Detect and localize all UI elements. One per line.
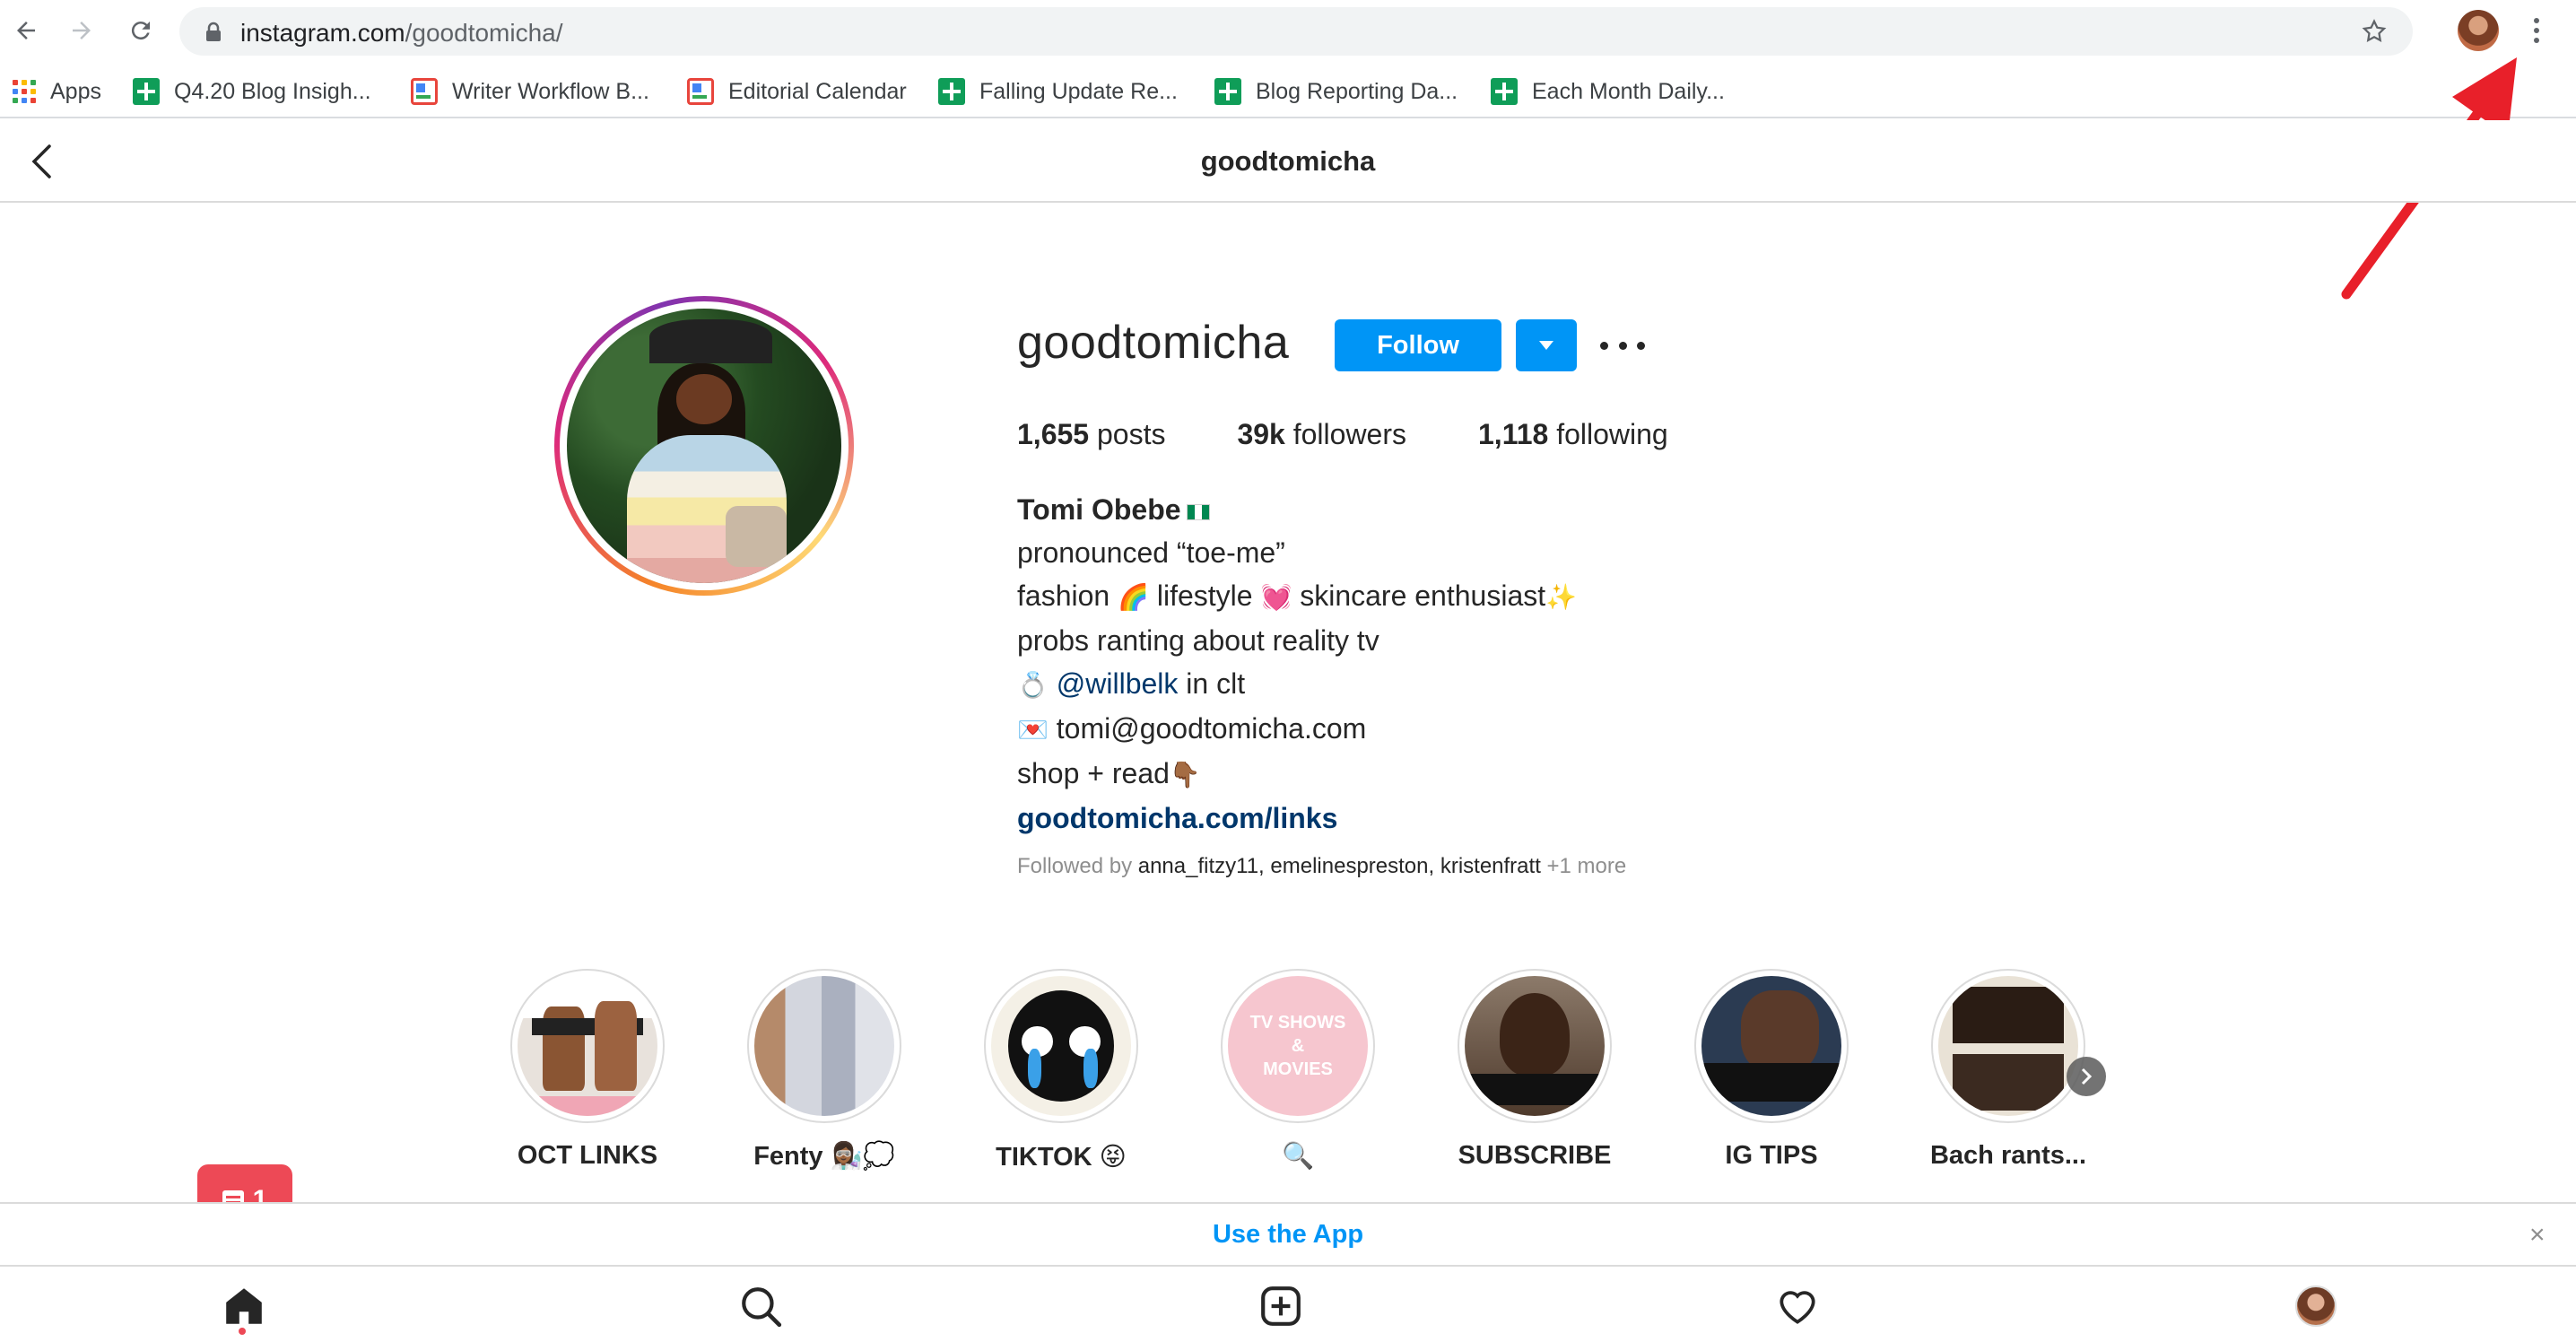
followers-count[interactable]: 39k followers xyxy=(1237,418,1406,451)
highlight-thumbnail xyxy=(1465,976,1605,1116)
highlight-label: 🔍 xyxy=(1281,1142,1315,1171)
highlights-next-button[interactable] xyxy=(2067,1057,2106,1096)
bookmark-label: Editorial Calendar xyxy=(728,78,907,104)
profile-avatar[interactable] xyxy=(554,296,854,596)
back-arrow-icon[interactable] xyxy=(7,12,45,49)
use-app-link[interactable]: Use the App xyxy=(0,1220,2576,1250)
story-highlights: OCT LINKS Fenty 👩🏾‍🔬💭 TIKTOK 😝 TV SHOWS &… xyxy=(502,969,2135,1184)
bookmark-apps[interactable]: Apps xyxy=(13,75,101,108)
highlight-thumbnail xyxy=(518,976,657,1116)
follow-button[interactable]: Follow xyxy=(1335,319,1501,371)
apps-grid-icon xyxy=(13,80,36,103)
bio-line: shop + read👇🏾 xyxy=(1017,757,1201,789)
highlight-item[interactable]: TIKTOK 😝 xyxy=(976,969,1146,1172)
bookmarks-bar: Apps Q4.20 Blog Insigh... Writer Workflo… xyxy=(0,65,2576,118)
page-title: goodtomicha xyxy=(1200,145,1376,177)
profile-tab[interactable] xyxy=(2289,1279,2343,1333)
highlight-item[interactable]: SUBSCRIBE xyxy=(1449,969,1620,1171)
avatar xyxy=(2295,1285,2337,1327)
doc-icon xyxy=(411,78,438,105)
close-icon[interactable]: × xyxy=(2529,1222,2546,1249)
sheets-icon xyxy=(1214,78,1241,105)
bookmark-label: Falling Update Re... xyxy=(979,78,1178,104)
bookmark-writer-workflow[interactable]: Writer Workflow B... xyxy=(411,75,649,108)
highlight-item[interactable]: TV SHOWS & MOVIES 🔍 xyxy=(1213,969,1383,1172)
profile-username: goodtomicha xyxy=(1017,317,1290,369)
bio-line: 💌 tomi@goodtomicha.com xyxy=(1017,712,1367,745)
highlight-item[interactable]: IG TIPS xyxy=(1686,969,1857,1171)
bookmark-label: Blog Reporting Da... xyxy=(1256,78,1458,104)
address-bar[interactable]: instagram.com/goodtomicha/ xyxy=(179,7,2413,56)
more-options-icon[interactable] xyxy=(1600,330,1645,361)
highlight-item[interactable]: Fenty 👩🏾‍🔬💭 xyxy=(739,969,909,1172)
profile-website-link[interactable]: goodtomicha.com/links xyxy=(1017,802,1337,834)
doc-icon xyxy=(687,78,714,105)
forward-arrow-icon[interactable] xyxy=(63,12,100,49)
highlight-label: Fenty 👩🏾‍🔬💭 xyxy=(753,1142,895,1171)
bio-line: pronounced “toe-me” xyxy=(1017,536,1285,569)
highlight-item[interactable]: OCT LINKS xyxy=(502,969,673,1171)
sheets-icon xyxy=(1491,78,1518,105)
use-app-banner: Use the App × xyxy=(0,1202,2576,1265)
bottom-nav xyxy=(0,1265,2576,1342)
highlight-label: OCT LINKS xyxy=(517,1141,658,1170)
bookmark-each-month-daily[interactable]: Each Month Daily... xyxy=(1491,75,1725,108)
profile-photo xyxy=(567,309,841,583)
nigeria-flag-icon xyxy=(1186,504,1210,520)
highlight-thumbnail xyxy=(754,976,894,1116)
ig-top-bar: goodtomicha xyxy=(0,120,2576,203)
home-icon[interactable] xyxy=(217,1279,271,1333)
highlight-label: SUBSCRIBE xyxy=(1458,1141,1612,1170)
highlight-thumbnail xyxy=(1701,976,1841,1116)
suggested-accounts-button[interactable] xyxy=(1516,319,1577,371)
bio-line: fashion 🌈 lifestyle 💓 skincare enthusias… xyxy=(1017,580,1577,612)
browser-toolbar: instagram.com/goodtomicha/ xyxy=(0,0,2576,63)
bookmark-falling-update[interactable]: Falling Update Re... xyxy=(938,75,1178,108)
new-post-icon[interactable] xyxy=(1254,1279,1308,1333)
following-count[interactable]: 1,118 following xyxy=(1478,418,1668,451)
browser-menu-icon[interactable] xyxy=(2524,13,2549,48)
search-icon[interactable] xyxy=(734,1279,788,1333)
profile-bio: Tomi Obebe pronounced “toe-me” fashion 🌈… xyxy=(1017,488,1577,840)
bookmark-editorial-calendar[interactable]: Editorial Calendar xyxy=(687,75,907,108)
url-text: instagram.com/goodtomicha/ xyxy=(240,19,563,47)
sheets-icon xyxy=(938,78,965,105)
highlight-thumbnail xyxy=(1938,976,2078,1116)
bookmark-label: Each Month Daily... xyxy=(1532,78,1725,104)
highlight-thumbnail: TV SHOWS & MOVIES xyxy=(1228,976,1368,1116)
highlight-thumbnail xyxy=(991,976,1131,1116)
bio-line: 💍 @willbelk in clt xyxy=(1017,667,1246,700)
sheets-icon xyxy=(133,78,160,105)
reload-icon[interactable] xyxy=(122,12,160,49)
chevron-right-icon xyxy=(2081,1068,2093,1085)
posts-count[interactable]: 1,655 posts xyxy=(1017,418,1165,451)
bookmark-blog-reporting[interactable]: Blog Reporting Da... xyxy=(1214,75,1458,108)
bio-line: probs ranting about reality tv xyxy=(1017,624,1379,657)
profile-full-name: Tomi Obebe xyxy=(1017,493,1181,526)
highlight-label: IG TIPS xyxy=(1725,1141,1818,1170)
profile-stats: 1,655 posts 39k followers 1,118 followin… xyxy=(1017,418,1668,451)
highlight-label: TIKTOK 😝 xyxy=(996,1143,1127,1172)
caret-down-icon xyxy=(1539,341,1553,350)
bookmark-label: Q4.20 Blog Insigh... xyxy=(174,78,371,104)
followed-by-text[interactable]: Followed by anna_fitzy11, emelinespresto… xyxy=(1017,854,1626,879)
home-active-dot xyxy=(239,1328,246,1335)
heart-icon[interactable] xyxy=(1771,1279,1824,1333)
highlight-label: Bach rants... xyxy=(1929,1141,2087,1170)
mention-link[interactable]: @willbelk xyxy=(1057,667,1179,700)
bookmark-label: Writer Workflow B... xyxy=(452,78,649,104)
lock-icon xyxy=(205,22,222,48)
bookmark-q4-blog-insights[interactable]: Q4.20 Blog Insigh... xyxy=(133,75,371,108)
bookmark-label: Apps xyxy=(50,78,101,104)
